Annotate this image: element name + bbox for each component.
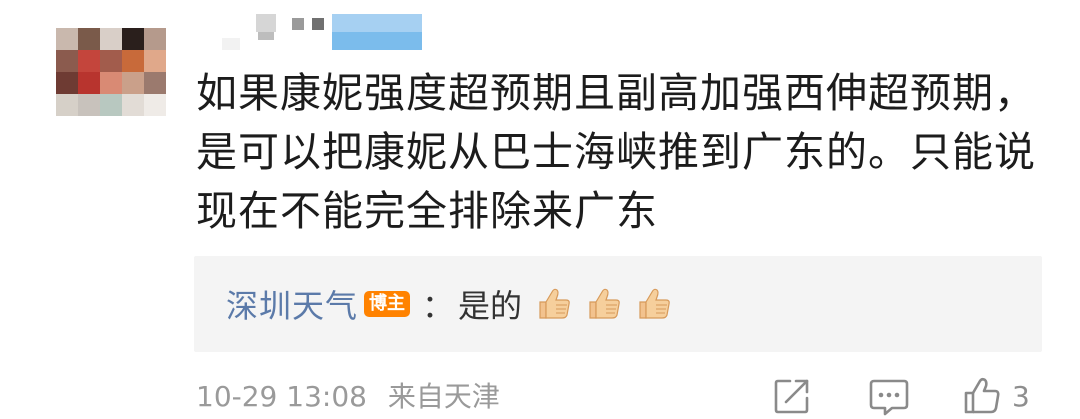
reply-separator: ： [422, 287, 455, 325]
thumbs-up-outline-icon [964, 377, 1000, 414]
reply-line: 深圳天气 博主 ： 是的 [226, 280, 674, 328]
reply-emojis [534, 284, 674, 324]
like-button[interactable]: 3 [962, 376, 1030, 416]
comment-text-line: 现在不能完全排除来广东 [196, 187, 658, 235]
comment-button[interactable] [868, 377, 910, 417]
username-redacted[interactable] [222, 8, 427, 52]
comment-text-line: 是可以把康妮从巴士海峡推到广东的。只能说 [196, 128, 1036, 176]
comment-text: 如果康妮强度超预期且副高加强西伸超预期， 是可以把康妮从巴士海峡推到广东的。只能… [196, 64, 1056, 241]
reply-author-link[interactable]: 深圳天气 [226, 281, 358, 327]
comment-bubble-icon [869, 379, 909, 416]
comment-location: 来自天津 [387, 380, 500, 413]
reply-text: 是的 [458, 287, 523, 325]
reply-box[interactable]: 深圳天气 博主 ： 是的 [194, 256, 1042, 352]
share-square-icon [774, 379, 809, 414]
thumbs-up-emoji [539, 288, 570, 319]
comment-date: 10-29 13:08 [196, 380, 367, 413]
avatar[interactable] [56, 28, 166, 116]
comment-meta: 10-29 13:08 来自天津 [196, 375, 500, 415]
comment-text-line: 如果康妮强度超预期且副高加强西伸超预期， [196, 69, 1036, 117]
share-button[interactable] [772, 376, 812, 416]
thumbs-up-emoji [639, 288, 670, 319]
like-count: 3 [1012, 379, 1030, 413]
comment-card: 如果康妮强度超预期且副高加强西伸超预期， 是可以把康妮从巴士海峡推到广东的。只能… [0, 0, 1080, 419]
blogger-badge: 博主 [364, 291, 411, 317]
thumbs-up-emoji [589, 288, 620, 319]
